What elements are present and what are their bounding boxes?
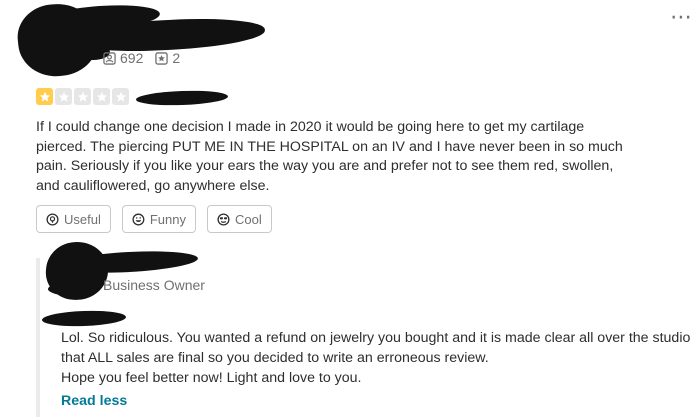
cool-label: Cool xyxy=(235,211,262,227)
lightbulb-icon xyxy=(46,212,59,226)
owner-reply-text: Lol. So ridiculous. You wanted a refund … xyxy=(61,328,697,388)
star-empty-icon xyxy=(93,88,110,105)
reviewer-stats: 692 2 xyxy=(103,50,180,66)
read-less-link[interactable]: Read less xyxy=(61,393,127,409)
review-line: If I could change one decision I made in… xyxy=(36,119,585,135)
friends-stat: 692 xyxy=(103,50,143,66)
more-options-icon[interactable]: ⋯ xyxy=(670,6,693,28)
star-empty-icon xyxy=(74,88,91,105)
sunglasses-face-icon xyxy=(217,212,230,226)
reply-line: that ALL sales are final so you decided … xyxy=(61,350,489,366)
review-line: pain. Seriously if you like your ears th… xyxy=(36,158,614,174)
reply-divider xyxy=(36,258,40,417)
useful-button[interactable]: Useful xyxy=(36,205,111,233)
funny-label: Funny xyxy=(149,211,186,227)
review-line: pierced. The piercing PUT ME IN THE HOSP… xyxy=(36,138,623,155)
star-empty-icon xyxy=(112,88,129,105)
reply-line: Lol. So ridiculous. You wanted a refund … xyxy=(61,330,691,346)
reviews-count: 2 xyxy=(172,50,181,66)
reviews-icon xyxy=(155,51,169,65)
useful-label: Useful xyxy=(64,211,101,227)
star-filled-icon xyxy=(36,88,53,105)
friends-icon xyxy=(103,51,116,65)
funny-button[interactable]: Funny xyxy=(122,205,196,233)
funny-face-icon xyxy=(132,213,145,225)
star-rating xyxy=(36,88,129,105)
review-text: If I could change one decision I made in… xyxy=(36,118,636,196)
reply-date-redacted xyxy=(41,309,127,328)
star-empty-icon xyxy=(55,88,72,105)
reply-line: Hope you feel better now! Light and love… xyxy=(61,370,362,386)
review-date-redacted xyxy=(135,89,229,107)
reviews-stat: 2 xyxy=(155,50,180,66)
owner-role-label: Business Owner xyxy=(103,277,205,293)
cool-button[interactable]: Cool xyxy=(207,205,272,233)
review-line: and cauliflowered, go anywhere else. xyxy=(36,177,270,194)
friends-count: 692 xyxy=(120,50,144,66)
reaction-buttons: Useful Funny Cool xyxy=(36,205,272,233)
